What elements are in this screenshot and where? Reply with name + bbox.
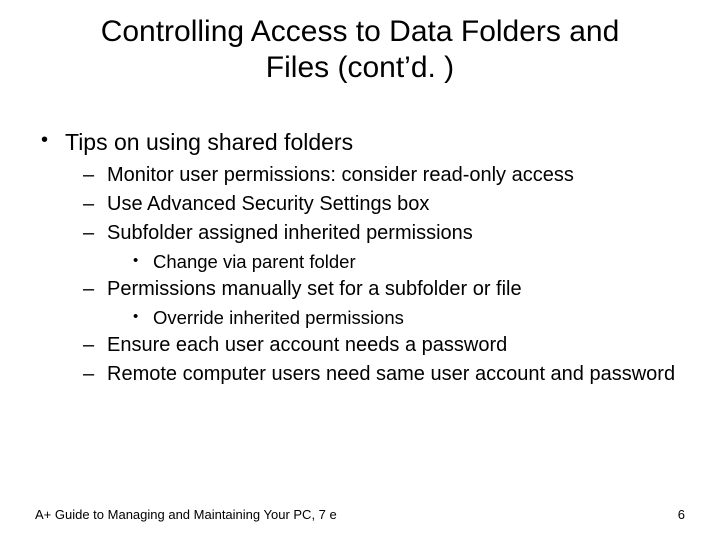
bullet-list: Tips on using shared folders Monitor use… — [35, 128, 685, 387]
bullet-text: Monitor user permissions: consider read-… — [107, 164, 574, 186]
list-item: Tips on using shared folders Monitor use… — [35, 128, 685, 387]
bullet-text: Subfolder assigned inherited permissions — [107, 222, 473, 244]
slide-title: Controlling Access to Data Folders and F… — [0, 14, 720, 86]
slide-body: Tips on using shared folders Monitor use… — [35, 128, 685, 393]
slide: Controlling Access to Data Folders and F… — [0, 0, 720, 540]
bullet-text: Override inherited permissions — [153, 307, 404, 328]
title-line-1: Controlling Access to Data Folders and — [101, 15, 620, 48]
footer-source: A+ Guide to Managing and Maintaining You… — [35, 507, 337, 522]
bullet-text: Ensure each user account needs a passwor… — [107, 334, 507, 356]
sub-sub-list: Change via parent folder — [107, 250, 685, 273]
bullet-text: Permissions manually set for a subfolder… — [107, 278, 522, 300]
bullet-text: Change via parent folder — [153, 251, 356, 272]
title-line-2: Files (cont’d. ) — [266, 51, 454, 84]
bullet-text: Remote computer users need same user acc… — [107, 363, 675, 385]
list-item: Monitor user permissions: consider read-… — [79, 163, 685, 188]
list-item: Subfolder assigned inherited permissions… — [79, 221, 685, 273]
list-item: Ensure each user account needs a passwor… — [79, 333, 685, 358]
page-number: 6 — [678, 507, 685, 522]
sub-sub-list: Override inherited permissions — [107, 306, 685, 329]
list-item: Override inherited permissions — [129, 306, 685, 329]
list-item: Permissions manually set for a subfolder… — [79, 277, 685, 329]
sub-list: Monitor user permissions: consider read-… — [65, 163, 685, 387]
list-item: Change via parent folder — [129, 250, 685, 273]
bullet-text: Use Advanced Security Settings box — [107, 193, 429, 215]
list-item: Remote computer users need same user acc… — [79, 362, 685, 387]
bullet-text: Tips on using shared folders — [65, 129, 353, 155]
list-item: Use Advanced Security Settings box — [79, 192, 685, 217]
